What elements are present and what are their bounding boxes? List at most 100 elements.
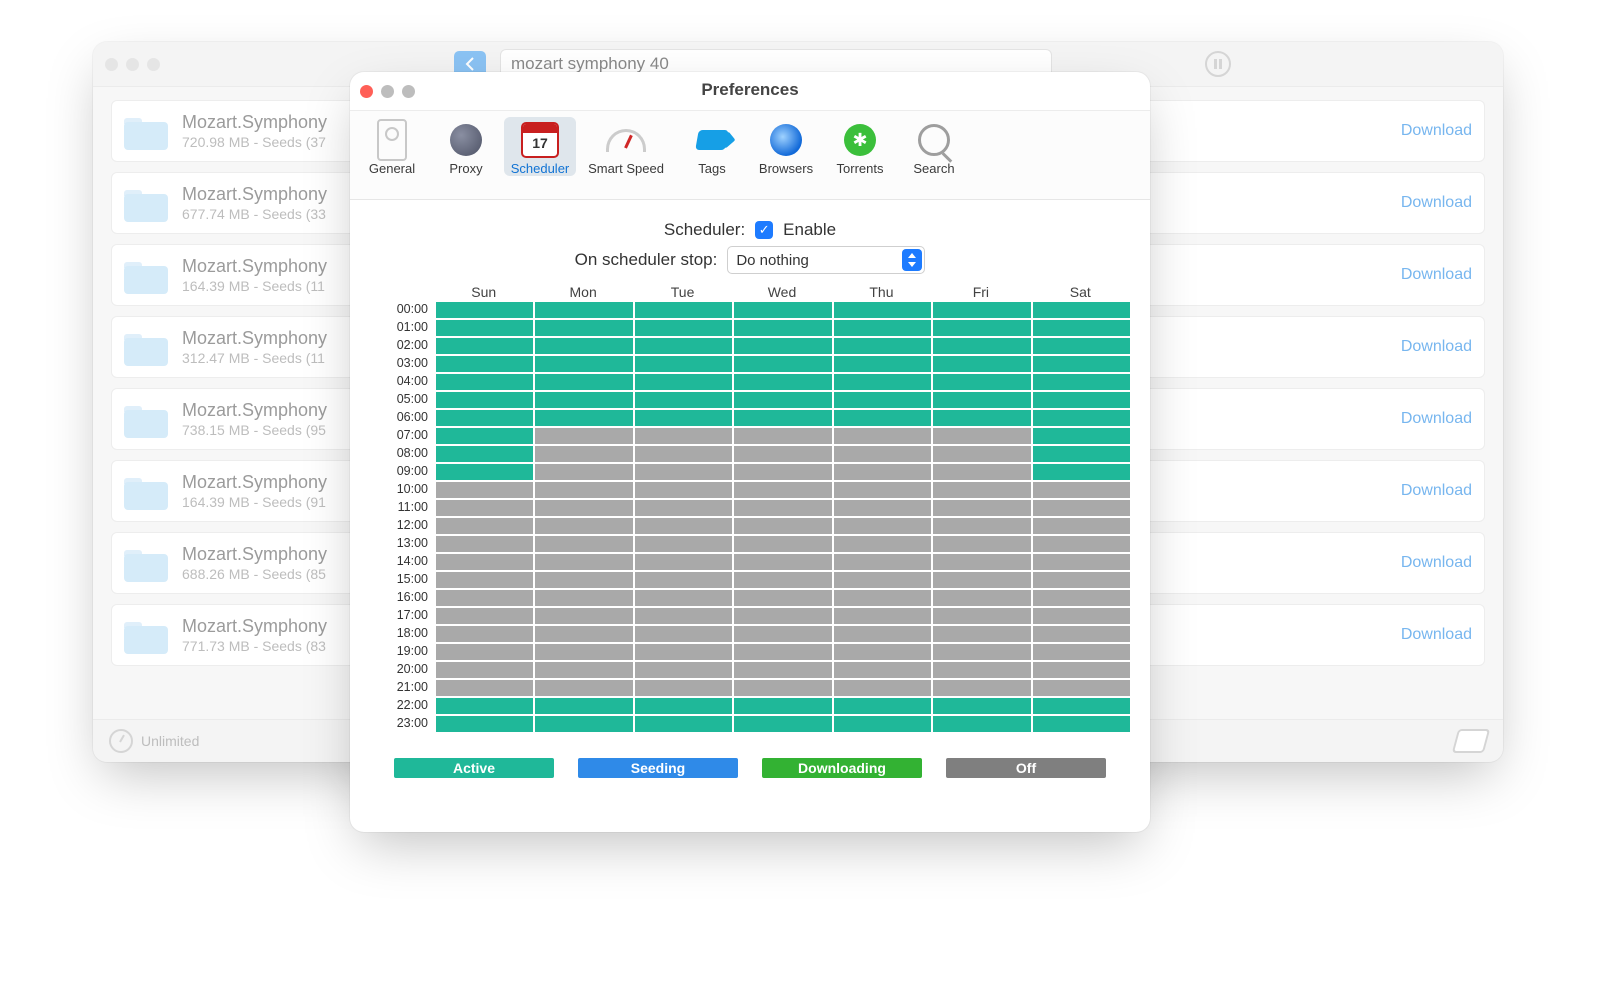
schedule-cell[interactable] — [834, 302, 931, 318]
schedule-cell[interactable] — [436, 608, 533, 624]
tab-search[interactable]: Search — [898, 117, 970, 176]
schedule-cell[interactable] — [1033, 446, 1130, 462]
schedule-cell[interactable] — [436, 572, 533, 588]
schedule-cell[interactable] — [734, 338, 831, 354]
schedule-cell[interactable] — [734, 716, 831, 732]
schedule-cell[interactable] — [1033, 536, 1130, 552]
schedule-cell[interactable] — [933, 410, 1030, 426]
schedule-cell[interactable] — [933, 626, 1030, 642]
schedule-cell[interactable] — [834, 320, 931, 336]
schedule-cell[interactable] — [1033, 662, 1130, 678]
schedule-cell[interactable] — [933, 356, 1030, 372]
schedule-cell[interactable] — [535, 374, 632, 390]
schedule-cell[interactable] — [734, 428, 831, 444]
schedule-cell[interactable] — [635, 356, 732, 372]
schedule-cell[interactable] — [535, 446, 632, 462]
schedule-cell[interactable] — [436, 410, 533, 426]
schedule-cell[interactable] — [933, 482, 1030, 498]
schedule-cell[interactable] — [1033, 302, 1130, 318]
schedule-cell[interactable] — [535, 716, 632, 732]
schedule-cell[interactable] — [734, 374, 831, 390]
schedule-cell[interactable] — [635, 500, 732, 516]
schedule-cell[interactable] — [535, 428, 632, 444]
schedule-cell[interactable] — [734, 482, 831, 498]
legend-off[interactable]: Off — [946, 758, 1106, 778]
schedule-cell[interactable] — [834, 338, 931, 354]
schedule-cell[interactable] — [834, 500, 931, 516]
schedule-cell[interactable] — [436, 626, 533, 642]
schedule-cell[interactable] — [535, 554, 632, 570]
schedule-cell[interactable] — [635, 338, 732, 354]
tab-proxy[interactable]: Proxy — [430, 117, 502, 176]
schedule-cell[interactable] — [436, 680, 533, 696]
schedule-cell[interactable] — [436, 356, 533, 372]
schedule-cell[interactable] — [436, 464, 533, 480]
schedule-cell[interactable] — [1033, 572, 1130, 588]
enable-checkbox[interactable]: ✓ — [755, 221, 773, 239]
schedule-cell[interactable] — [834, 572, 931, 588]
schedule-cell[interactable] — [933, 392, 1030, 408]
schedule-cell[interactable] — [834, 608, 931, 624]
tab-browsers[interactable]: Browsers — [750, 117, 822, 176]
schedule-cell[interactable] — [635, 698, 732, 714]
schedule-cell[interactable] — [1033, 680, 1130, 696]
schedule-cell[interactable] — [635, 392, 732, 408]
schedule-cell[interactable] — [933, 644, 1030, 660]
onstop-select[interactable]: Do nothing — [727, 246, 925, 274]
schedule-cell[interactable] — [734, 446, 831, 462]
schedule-cell[interactable] — [436, 554, 533, 570]
schedule-cell[interactable] — [933, 698, 1030, 714]
schedule-cell[interactable] — [734, 356, 831, 372]
schedule-cell[interactable] — [933, 662, 1030, 678]
schedule-cell[interactable] — [535, 500, 632, 516]
schedule-cell[interactable] — [734, 464, 831, 480]
schedule-cell[interactable] — [933, 464, 1030, 480]
schedule-cell[interactable] — [635, 662, 732, 678]
schedule-cell[interactable] — [436, 320, 533, 336]
schedule-cell[interactable] — [1033, 392, 1130, 408]
schedule-cell[interactable] — [635, 428, 732, 444]
tab-smart-speed[interactable]: Smart Speed — [578, 117, 674, 176]
schedule-cell[interactable] — [834, 482, 931, 498]
schedule-cell[interactable] — [635, 536, 732, 552]
legend-downloading[interactable]: Downloading — [762, 758, 922, 778]
schedule-cell[interactable] — [1033, 410, 1130, 426]
legend-seeding[interactable]: Seeding — [578, 758, 738, 778]
schedule-cell[interactable] — [834, 626, 931, 642]
schedule-cell[interactable] — [535, 608, 632, 624]
schedule-cell[interactable] — [535, 662, 632, 678]
schedule-cell[interactable] — [635, 374, 732, 390]
schedule-cell[interactable] — [535, 590, 632, 606]
schedule-cell[interactable] — [535, 644, 632, 660]
schedule-cell[interactable] — [535, 410, 632, 426]
schedule-cell[interactable] — [436, 428, 533, 444]
schedule-cell[interactable] — [535, 464, 632, 480]
schedule-cell[interactable] — [635, 554, 732, 570]
schedule-cell[interactable] — [635, 716, 732, 732]
schedule-cell[interactable] — [834, 518, 931, 534]
schedule-cell[interactable] — [734, 572, 831, 588]
schedule-cell[interactable] — [436, 446, 533, 462]
schedule-cell[interactable] — [734, 320, 831, 336]
schedule-cell[interactable] — [933, 428, 1030, 444]
schedule-cell[interactable] — [933, 446, 1030, 462]
schedule-cell[interactable] — [436, 500, 533, 516]
schedule-cell[interactable] — [436, 698, 533, 714]
schedule-cell[interactable] — [734, 302, 831, 318]
schedule-cell[interactable] — [436, 716, 533, 732]
schedule-cell[interactable] — [933, 554, 1030, 570]
schedule-cell[interactable] — [734, 518, 831, 534]
schedule-cell[interactable] — [834, 536, 931, 552]
tab-torrents[interactable]: Torrents — [824, 117, 896, 176]
schedule-cell[interactable] — [535, 320, 632, 336]
schedule-cell[interactable] — [734, 608, 831, 624]
schedule-cell[interactable] — [933, 572, 1030, 588]
schedule-cell[interactable] — [535, 338, 632, 354]
schedule-cell[interactable] — [436, 374, 533, 390]
schedule-cell[interactable] — [734, 554, 831, 570]
schedule-cell[interactable] — [734, 644, 831, 660]
schedule-cell[interactable] — [1033, 644, 1130, 660]
schedule-cell[interactable] — [535, 680, 632, 696]
schedule-cell[interactable] — [635, 320, 732, 336]
schedule-cell[interactable] — [436, 662, 533, 678]
